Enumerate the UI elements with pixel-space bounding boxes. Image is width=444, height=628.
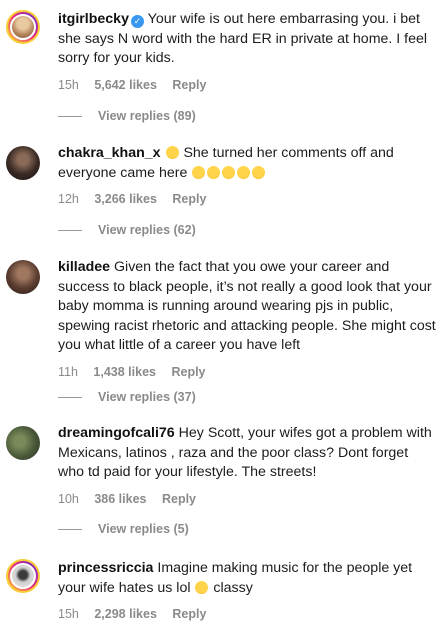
reply-button[interactable]: Reply: [172, 78, 206, 92]
comment-meta: 15h 5,642 likes Reply: [58, 77, 438, 93]
comment-username[interactable]: dreamingofcali76: [58, 425, 175, 441]
comment-body: dreamingofcali76 Hey Scott, your wifes g…: [58, 424, 438, 507]
view-replies-button[interactable]: View replies (37): [58, 389, 196, 405]
comment-time: 12h: [58, 192, 79, 206]
view-replies-button[interactable]: View replies (62): [58, 222, 196, 238]
comment-body: killadee Given the fact that you owe you…: [58, 258, 438, 380]
comment-likes[interactable]: 1,438 likes: [93, 365, 156, 379]
laughing-emoji-icon: [192, 165, 206, 179]
view-replies-button[interactable]: View replies (89): [58, 108, 196, 124]
comment-meta: 12h 3,266 likes Reply: [58, 191, 438, 207]
divider-line: [58, 529, 82, 531]
laughing-emoji-icon: [237, 165, 251, 179]
avatar[interactable]: [6, 426, 40, 460]
reply-button[interactable]: Reply: [171, 365, 205, 379]
comment-body: chakra_khan_x She turned her comments of…: [58, 144, 438, 207]
emoji-group: [191, 165, 266, 181]
comment-time: 15h: [58, 607, 79, 621]
verified-badge-icon: ✓: [130, 15, 144, 28]
comment-time: 10h: [58, 491, 79, 506]
comment-username[interactable]: itgirlbecky: [58, 11, 129, 27]
view-replies-label: View replies (62): [98, 223, 196, 237]
comment-likes[interactable]: 5,642 likes: [94, 78, 157, 92]
comment-body: princessriccia Imagine making music for …: [58, 559, 438, 622]
divider-line: [58, 116, 82, 118]
avatar[interactable]: [6, 10, 40, 44]
comment-meta: 10h 386 likes Reply: [58, 491, 438, 507]
view-replies-label: View replies (89): [98, 109, 196, 123]
laughing-emoji-icon: [165, 146, 179, 159]
divider-line: [58, 397, 82, 399]
comment-username[interactable]: princessriccia: [58, 560, 153, 576]
comment-likes[interactable]: 3,266 likes: [94, 192, 157, 206]
laughing-emoji-icon: [222, 165, 236, 179]
reply-button[interactable]: Reply: [172, 192, 206, 206]
comment-text-tail: classy: [213, 579, 253, 596]
comment-meta: 15h 2,298 likes Reply: [58, 606, 438, 622]
comment-time: 11h: [58, 364, 78, 379]
view-replies-label: View replies (5): [98, 522, 189, 536]
divider-line: [58, 230, 82, 232]
comment-username[interactable]: killadee: [58, 259, 110, 275]
comment-username[interactable]: chakra_khan_x: [58, 145, 161, 161]
comment-text: Given the fact that you owe your career …: [58, 259, 436, 353]
view-replies-button[interactable]: View replies (5): [58, 521, 189, 537]
laughing-emoji-icon: [195, 580, 209, 594]
avatar[interactable]: [6, 559, 40, 593]
avatar[interactable]: [6, 146, 40, 180]
reply-button[interactable]: Reply: [172, 607, 206, 621]
comment-meta: 11h 1,438 likes Reply: [58, 364, 438, 380]
comment-likes[interactable]: 2,298 likes: [94, 607, 157, 621]
reply-button[interactable]: Reply: [162, 492, 196, 506]
comment-likes[interactable]: 386 likes: [94, 492, 146, 506]
comment-time: 15h: [58, 77, 79, 92]
avatar[interactable]: [6, 260, 40, 294]
view-replies-label: View replies (37): [98, 390, 196, 404]
laughing-emoji-icon: [207, 165, 221, 179]
laughing-emoji-icon: [252, 165, 266, 179]
comment-body: itgirlbecky ✓ Your wife is out here embar…: [58, 10, 438, 93]
